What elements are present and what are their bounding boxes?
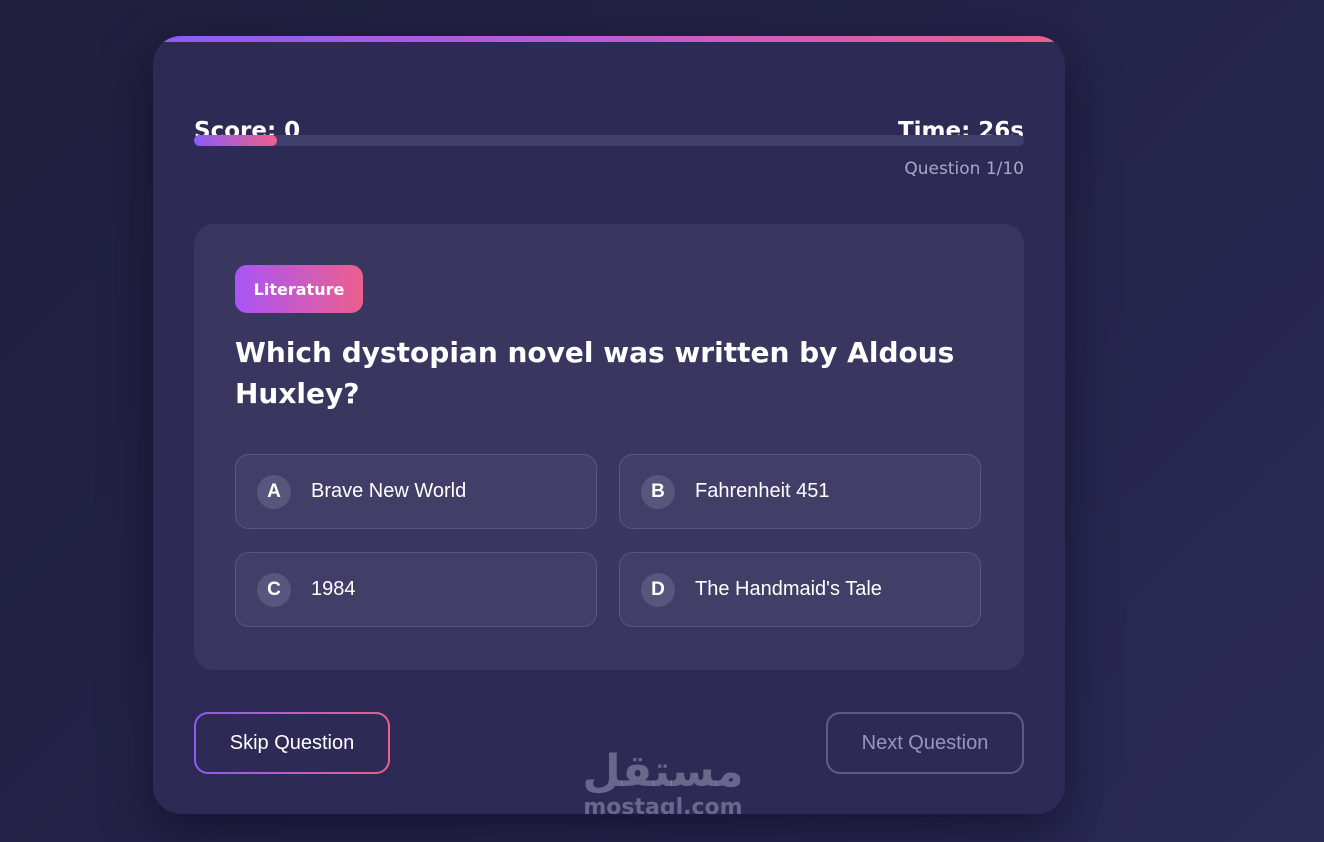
quiz-progress-fill	[194, 135, 277, 146]
answer-label: 1984	[311, 578, 356, 600]
skip-question-label: Skip Question	[196, 714, 388, 772]
quiz-card: Score: 0 Time: 26s Question 1/10 Literat…	[153, 36, 1065, 814]
answer-letter-badge: C	[257, 572, 291, 607]
answer-option-a[interactable]: A Brave New World	[235, 454, 597, 529]
answer-label: The Handmaid's Tale	[695, 578, 882, 600]
answer-option-d[interactable]: D The Handmaid's Tale	[619, 552, 981, 627]
answer-letter-badge: B	[641, 474, 675, 509]
card-accent-bar	[153, 36, 1065, 42]
question-panel: Literature Which dystopian novel was wri…	[194, 224, 1024, 670]
answer-label: Fahrenheit 451	[695, 480, 830, 502]
quiz-progress-bar	[194, 135, 1024, 146]
question-text: Which dystopian novel was written by Ald…	[235, 336, 955, 410]
answer-option-c[interactable]: C 1984	[235, 552, 597, 627]
answer-label: Brave New World	[311, 480, 467, 502]
question-counter: Question 1/10	[904, 159, 1024, 179]
watermark-latin-text: mostaql.com	[583, 795, 743, 815]
answer-letter-badge: D	[641, 572, 675, 607]
skip-question-button[interactable]: Skip Question	[194, 712, 390, 774]
answer-option-b[interactable]: B Fahrenheit 451	[619, 454, 981, 529]
answer-letter-badge: A	[257, 474, 291, 509]
category-badge: Literature	[235, 265, 363, 313]
next-question-button[interactable]: Next Question	[826, 712, 1024, 774]
watermark-arabic-text: مستقل	[582, 746, 744, 797]
mostaql-watermark-logo: مستقل mostaql.com	[580, 746, 746, 815]
